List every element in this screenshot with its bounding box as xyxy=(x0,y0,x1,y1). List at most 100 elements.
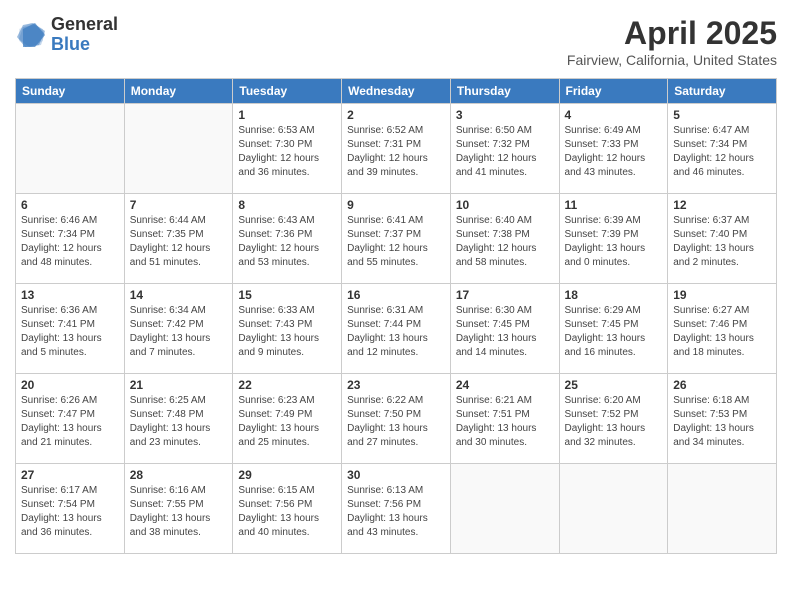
day-number: 29 xyxy=(238,468,336,482)
day-number: 23 xyxy=(347,378,445,392)
weekday-header-wednesday: Wednesday xyxy=(342,79,451,104)
day-info: Sunrise: 6:46 AM Sunset: 7:34 PM Dayligh… xyxy=(21,214,119,270)
calendar-cell: 18 Sunrise: 6:29 AM Sunset: 7:45 PM Dayli… xyxy=(559,284,668,374)
day-number: 30 xyxy=(347,468,445,482)
calendar-cell: 23 Sunrise: 6:22 AM Sunset: 7:50 PM Dayli… xyxy=(342,374,451,464)
calendar-cell xyxy=(559,464,668,554)
calendar-cell: 14Sunrise: 6:34 AM Sunset: 7:42 PM Dayli… xyxy=(124,284,233,374)
day-info: Sunrise: 6:26 AM Sunset: 7:47 PM Dayligh… xyxy=(21,394,119,450)
calendar-cell: 11Sunrise: 6:39 AM Sunset: 7:39 PM Dayli… xyxy=(559,194,668,284)
day-info: Sunrise: 6:25 AM Sunset: 7:48 PM Dayligh… xyxy=(130,394,228,450)
logo-general: General xyxy=(51,15,118,35)
logo: General Blue xyxy=(15,15,118,55)
day-number: 16 xyxy=(347,288,445,302)
day-info: Sunrise: 6:50 AM Sunset: 7:32 PM Dayligh… xyxy=(456,124,554,180)
day-info: Sunrise: 6:21 AM Sunset: 7:51 PM Dayligh… xyxy=(456,394,554,450)
calendar-week-5: 27 Sunrise: 6:17 AM Sunset: 7:54 PM Dayli… xyxy=(16,464,777,554)
calendar-week-4: 20 Sunrise: 6:26 AM Sunset: 7:47 PM Dayli… xyxy=(16,374,777,464)
day-number: 17 xyxy=(456,288,554,302)
day-number: 20 xyxy=(21,378,119,392)
weekday-header-tuesday: Tuesday xyxy=(233,79,342,104)
calendar-cell: 4 Sunrise: 6:49 AM Sunset: 7:33 PM Daylig… xyxy=(559,104,668,194)
day-info: Sunrise: 6:23 AM Sunset: 7:49 PM Dayligh… xyxy=(238,394,336,450)
calendar-cell: 8 Sunrise: 6:43 AM Sunset: 7:36 PM Daylig… xyxy=(233,194,342,284)
day-info: Sunrise: 6:16 AM Sunset: 7:55 PM Dayligh… xyxy=(130,484,228,540)
day-number: 3 xyxy=(456,108,554,122)
day-number: 14 xyxy=(130,288,228,302)
calendar-cell: 27 Sunrise: 6:17 AM Sunset: 7:54 PM Dayli… xyxy=(16,464,125,554)
day-info: Sunrise: 6:20 AM Sunset: 7:52 PM Dayligh… xyxy=(565,394,663,450)
day-number: 27 xyxy=(21,468,119,482)
calendar-cell xyxy=(450,464,559,554)
day-info: Sunrise: 6:39 AM Sunset: 7:39 PM Dayligh… xyxy=(565,214,663,270)
day-info: Sunrise: 6:53 AM Sunset: 7:30 PM Dayligh… xyxy=(238,124,336,180)
weekday-header-saturday: Saturday xyxy=(668,79,777,104)
calendar-cell xyxy=(124,104,233,194)
calendar-week-1: 1Sunrise: 6:53 AM Sunset: 7:30 PM Daylig… xyxy=(16,104,777,194)
calendar-cell: 9 Sunrise: 6:41 AM Sunset: 7:37 PM Daylig… xyxy=(342,194,451,284)
day-info: Sunrise: 6:44 AM Sunset: 7:35 PM Dayligh… xyxy=(130,214,228,270)
calendar-cell: 28Sunrise: 6:16 AM Sunset: 7:55 PM Dayli… xyxy=(124,464,233,554)
calendar-cell: 3 Sunrise: 6:50 AM Sunset: 7:32 PM Daylig… xyxy=(450,104,559,194)
calendar-cell: 30 Sunrise: 6:13 AM Sunset: 7:56 PM Dayli… xyxy=(342,464,451,554)
day-number: 2 xyxy=(347,108,445,122)
calendar-body: 1Sunrise: 6:53 AM Sunset: 7:30 PM Daylig… xyxy=(16,104,777,554)
page-header: General Blue April 2025 Fairview, Califo… xyxy=(15,15,777,68)
calendar-cell: 15Sunrise: 6:33 AM Sunset: 7:43 PM Dayli… xyxy=(233,284,342,374)
day-info: Sunrise: 6:22 AM Sunset: 7:50 PM Dayligh… xyxy=(347,394,445,450)
calendar-cell: 13 Sunrise: 6:36 AM Sunset: 7:41 PM Dayli… xyxy=(16,284,125,374)
calendar-cell: 22 Sunrise: 6:23 AM Sunset: 7:49 PM Dayli… xyxy=(233,374,342,464)
day-info: Sunrise: 6:31 AM Sunset: 7:44 PM Dayligh… xyxy=(347,304,445,360)
logo-text: General Blue xyxy=(51,15,118,55)
calendar-cell: 29 Sunrise: 6:15 AM Sunset: 7:56 PM Dayli… xyxy=(233,464,342,554)
day-number: 18 xyxy=(565,288,663,302)
day-info: Sunrise: 6:43 AM Sunset: 7:36 PM Dayligh… xyxy=(238,214,336,270)
day-number: 8 xyxy=(238,198,336,212)
day-info: Sunrise: 6:17 AM Sunset: 7:54 PM Dayligh… xyxy=(21,484,119,540)
calendar-header: SundayMondayTuesdayWednesdayThursdayFrid… xyxy=(16,79,777,104)
day-number: 21 xyxy=(130,378,228,392)
calendar-cell: 7Sunrise: 6:44 AM Sunset: 7:35 PM Daylig… xyxy=(124,194,233,284)
day-info: Sunrise: 6:29 AM Sunset: 7:45 PM Dayligh… xyxy=(565,304,663,360)
weekday-header-monday: Monday xyxy=(124,79,233,104)
calendar-cell: 21 Sunrise: 6:25 AM Sunset: 7:48 PM Dayli… xyxy=(124,374,233,464)
day-info: Sunrise: 6:36 AM Sunset: 7:41 PM Dayligh… xyxy=(21,304,119,360)
day-info: Sunrise: 6:37 AM Sunset: 7:40 PM Dayligh… xyxy=(673,214,771,270)
calendar-cell: 6 Sunrise: 6:46 AM Sunset: 7:34 PM Daylig… xyxy=(16,194,125,284)
day-info: Sunrise: 6:41 AM Sunset: 7:37 PM Dayligh… xyxy=(347,214,445,270)
day-number: 24 xyxy=(456,378,554,392)
calendar-cell: 17 Sunrise: 6:30 AM Sunset: 7:45 PM Dayli… xyxy=(450,284,559,374)
day-info: Sunrise: 6:13 AM Sunset: 7:56 PM Dayligh… xyxy=(347,484,445,540)
day-number: 26 xyxy=(673,378,771,392)
calendar-cell: 25Sunrise: 6:20 AM Sunset: 7:52 PM Dayli… xyxy=(559,374,668,464)
day-number: 4 xyxy=(565,108,663,122)
calendar-cell: 24 Sunrise: 6:21 AM Sunset: 7:51 PM Dayli… xyxy=(450,374,559,464)
calendar-cell: 19 Sunrise: 6:27 AM Sunset: 7:46 PM Dayli… xyxy=(668,284,777,374)
day-number: 10 xyxy=(456,198,554,212)
day-info: Sunrise: 6:27 AM Sunset: 7:46 PM Dayligh… xyxy=(673,304,771,360)
day-number: 13 xyxy=(21,288,119,302)
calendar-week-3: 13 Sunrise: 6:36 AM Sunset: 7:41 PM Dayli… xyxy=(16,284,777,374)
day-number: 22 xyxy=(238,378,336,392)
day-number: 15 xyxy=(238,288,336,302)
calendar-cell: 26 Sunrise: 6:18 AM Sunset: 7:53 PM Dayli… xyxy=(668,374,777,464)
calendar-cell: 5Sunrise: 6:47 AM Sunset: 7:34 PM Daylig… xyxy=(668,104,777,194)
weekday-header-sunday: Sunday xyxy=(16,79,125,104)
weekday-header-thursday: Thursday xyxy=(450,79,559,104)
logo-icon xyxy=(15,19,47,51)
day-info: Sunrise: 6:30 AM Sunset: 7:45 PM Dayligh… xyxy=(456,304,554,360)
day-info: Sunrise: 6:49 AM Sunset: 7:33 PM Dayligh… xyxy=(565,124,663,180)
day-number: 9 xyxy=(347,198,445,212)
day-number: 12 xyxy=(673,198,771,212)
day-number: 19 xyxy=(673,288,771,302)
month-title: April 2025 xyxy=(567,15,777,52)
day-info: Sunrise: 6:15 AM Sunset: 7:56 PM Dayligh… xyxy=(238,484,336,540)
calendar-table: SundayMondayTuesdayWednesdayThursdayFrid… xyxy=(15,78,777,554)
weekday-header-friday: Friday xyxy=(559,79,668,104)
logo-blue: Blue xyxy=(51,35,118,55)
calendar-cell: 10Sunrise: 6:40 AM Sunset: 7:38 PM Dayli… xyxy=(450,194,559,284)
day-info: Sunrise: 6:18 AM Sunset: 7:53 PM Dayligh… xyxy=(673,394,771,450)
day-number: 6 xyxy=(21,198,119,212)
location: Fairview, California, United States xyxy=(567,52,777,68)
calendar-cell: 2Sunrise: 6:52 AM Sunset: 7:31 PM Daylig… xyxy=(342,104,451,194)
